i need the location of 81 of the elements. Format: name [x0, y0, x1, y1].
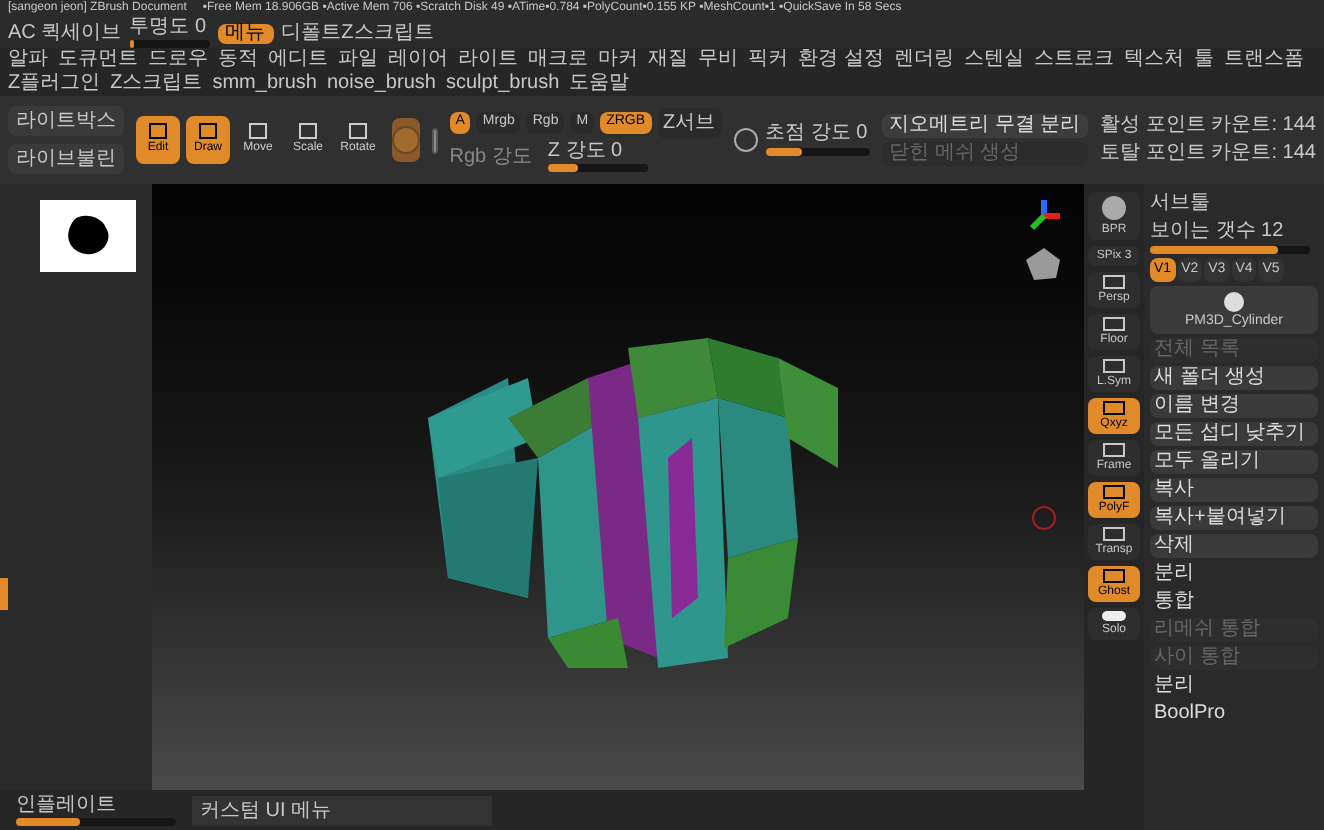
panel-button[interactable]: 라이브불린 [8, 144, 124, 174]
menu-item[interactable]: 환경 설정 [798, 48, 884, 72]
menu-item[interactable]: 에디트 [268, 48, 328, 72]
menu-item[interactable]: 매크로 [528, 48, 588, 72]
subtool-action-button[interactable]: 새 폴더 생성 [1150, 366, 1318, 390]
slider-label: 인플레이트 [16, 795, 118, 815]
subtool-action-button[interactable]: 이름 변경 [1150, 394, 1318, 418]
rectangle-icon [1102, 400, 1126, 416]
material-button[interactable] [392, 118, 420, 162]
slider-label: 보이는 갯수 12 [1150, 220, 1286, 244]
panel-button[interactable]: 라이트박스 [8, 106, 124, 136]
menu-item[interactable]: Z플러그인 [8, 72, 101, 96]
menu-item[interactable]: sculpt_brush [445, 72, 560, 96]
menu-item[interactable]: 도큐먼트 [58, 48, 138, 72]
menu-item[interactable]: 레이어 [388, 48, 448, 72]
section-header[interactable]: BoolPro [1150, 702, 1318, 726]
slider-label: 초점 강도 0 [765, 124, 870, 144]
rectangle-icon [1102, 316, 1126, 332]
menu-item[interactable]: smm_brush [212, 72, 317, 96]
subtool-action-button[interactable]: 복사 [1150, 478, 1318, 502]
rectangle-icon [1102, 484, 1126, 500]
square-icon [198, 122, 218, 140]
slider-track[interactable] [547, 164, 648, 172]
section-header[interactable]: 분리 [1150, 674, 1318, 698]
menu-item[interactable]: 재질 [648, 48, 688, 72]
menu-item[interactable]: 렌더링 [893, 48, 954, 72]
menu-item[interactable]: 드로우 [148, 48, 208, 72]
rectangle-icon [1102, 442, 1126, 458]
menu-item[interactable]: noise_brush [326, 72, 436, 96]
square-icon [148, 122, 168, 140]
cylinder-thumbnail-icon [1220, 290, 1248, 314]
section-header[interactable]: 분리 [1150, 562, 1318, 586]
point-count: 활성 포인트 카운트: 144 [1100, 116, 1316, 136]
subtool-action-button[interactable]: 복사+붙여넣기 [1150, 506, 1318, 530]
section-header[interactable]: 통합 [1150, 590, 1318, 614]
square-icon [248, 122, 268, 140]
head-preview-icon[interactable] [1020, 244, 1064, 284]
alpha-blob-icon [62, 212, 114, 260]
menu-item[interactable]: 스텐실 [963, 48, 1024, 72]
menu-item[interactable]: Z스크립트 [110, 72, 203, 96]
square-icon [298, 122, 318, 140]
menu-item[interactable]: 무비 [698, 48, 738, 72]
rectangle-icon [1102, 526, 1126, 542]
menu-item[interactable]: 알파 [8, 48, 48, 72]
point-count: 토탈 포인트 카운트: 144 [1100, 144, 1316, 164]
menu-item[interactable]: 픽커 [748, 48, 788, 72]
subtool-action-button[interactable]: 모든 섭디 낮추기 [1150, 422, 1318, 446]
slider-label: Z 강도 0 [547, 142, 625, 162]
subtool-action-button[interactable]: 모두 올리기 [1150, 450, 1318, 474]
menu-button[interactable]: 메뉴 [217, 23, 274, 43]
menu-item[interactable]: 툴 [1193, 48, 1214, 72]
panel-title: 서브툴 [1150, 192, 1212, 216]
canvas-viewport[interactable] [152, 184, 1084, 790]
menu-item[interactable]: 동적 [218, 48, 258, 72]
menu-item[interactable]: 트랜스폼 [1223, 48, 1304, 72]
menu-item[interactable]: 라이트 [458, 48, 518, 72]
channel-button[interactable]: Z서브 [657, 108, 722, 138]
menu-item[interactable]: 도움말 [569, 72, 630, 96]
slider-track[interactable] [16, 817, 176, 825]
action-button[interactable]: 지오메트리 무결 분리 [881, 114, 1089, 138]
slider-track[interactable] [765, 148, 870, 156]
rectangle-icon [1102, 358, 1126, 374]
brush-cursor-icon [1032, 506, 1056, 530]
alpha-thumbnail[interactable] [40, 200, 136, 272]
subtool-action-button[interactable]: 삭제 [1150, 534, 1318, 558]
menu-item[interactable]: 스트로크 [1033, 48, 1114, 72]
rectangle-icon [1102, 274, 1126, 290]
slider-label: 투명도 0 [129, 18, 209, 38]
rectangle-icon [1102, 568, 1126, 584]
square-icon [348, 122, 368, 140]
axis-gizmo-icon[interactable] [1024, 196, 1064, 236]
slider-label: Rgb 강도 [449, 147, 532, 167]
menu-item[interactable]: 마커 [598, 48, 638, 72]
script-label: 디폴트Z스크립트 [281, 23, 434, 43]
slider-track[interactable] [1150, 246, 1310, 254]
edge-marker [0, 578, 8, 610]
menu-item[interactable]: 파일 [338, 48, 378, 72]
quicksave-label: AC 퀵세이브 [8, 23, 122, 43]
toggle-pill-icon [1100, 610, 1128, 622]
menu-item[interactable]: 텍스처 [1123, 48, 1184, 72]
custom-ui-field[interactable]: 커스텀 UI 메뉴 [192, 795, 492, 825]
